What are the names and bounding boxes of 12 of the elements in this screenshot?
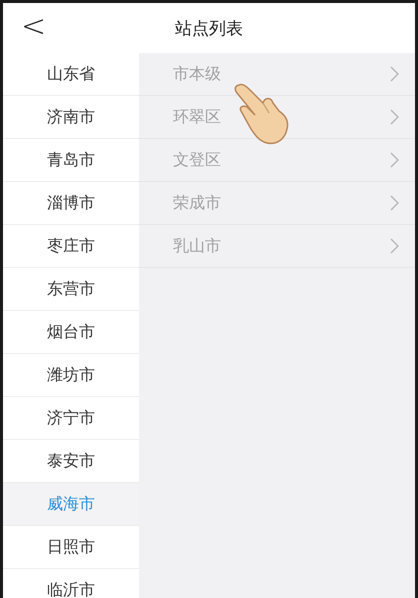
chevron-icon	[390, 66, 399, 82]
chevron-icon	[390, 152, 399, 168]
district-label: 荣成市	[173, 192, 221, 214]
district-label: 环翠区	[173, 106, 221, 128]
page-title: 站点列表	[175, 18, 243, 40]
chevron-icon	[390, 109, 399, 125]
district-label: 乳山市	[173, 236, 221, 256]
back-button[interactable]: <	[17, 11, 50, 43]
district-label: 市本级	[173, 64, 221, 84]
chevron-icon	[390, 238, 399, 254]
chevron-icon	[390, 195, 399, 211]
district-label: 文登区	[173, 150, 221, 170]
